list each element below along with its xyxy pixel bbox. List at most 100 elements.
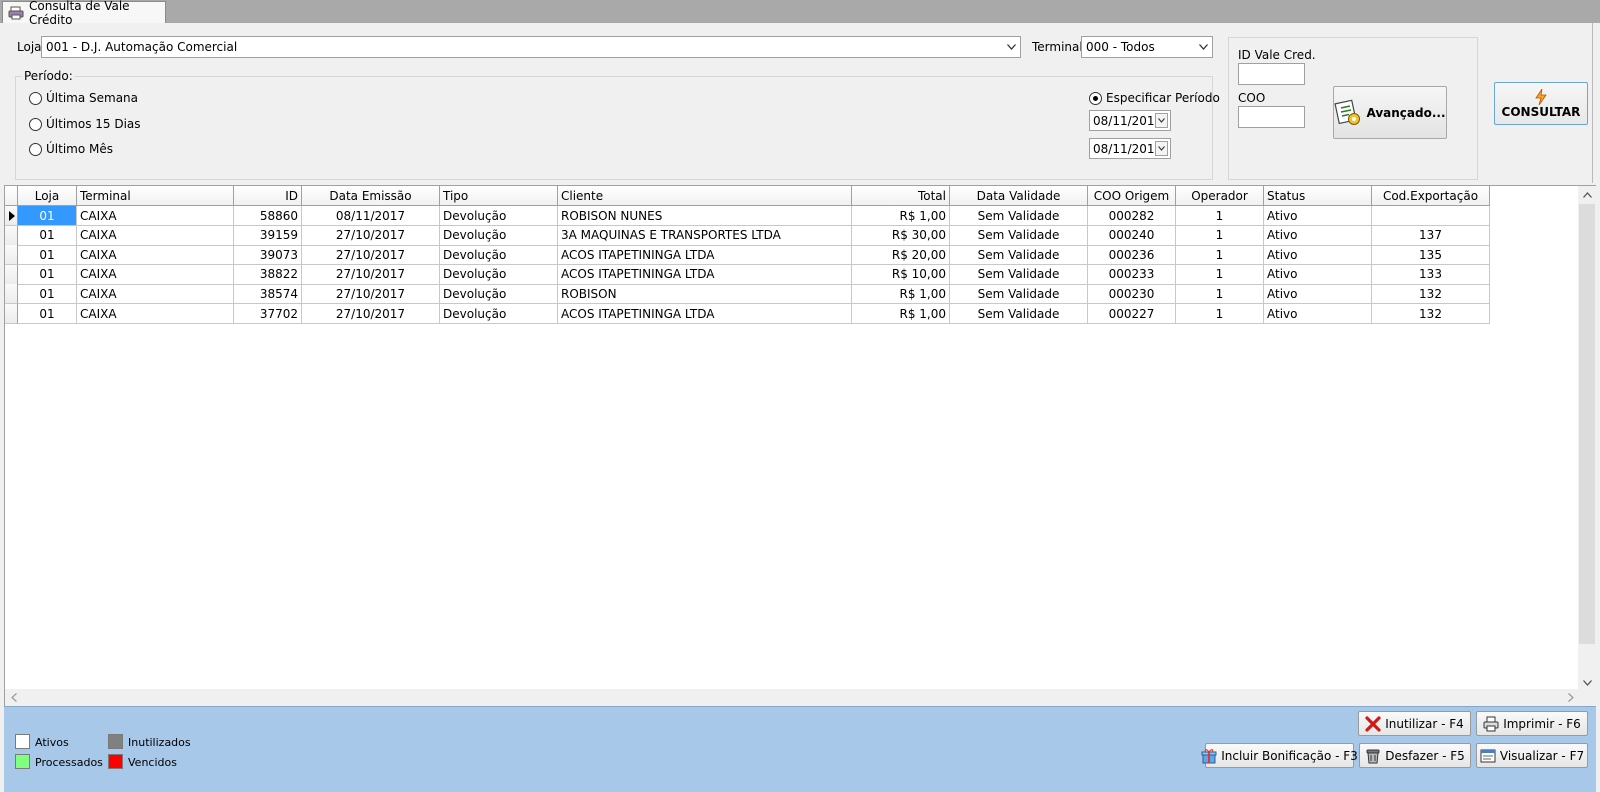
table-cell[interactable]: Ativo xyxy=(1264,304,1372,324)
table-cell[interactable]: R$ 30,00 xyxy=(852,225,950,246)
table-cell[interactable] xyxy=(1372,206,1490,226)
table-cell[interactable]: 27/10/2017 xyxy=(302,225,440,246)
table-cell[interactable]: 01 xyxy=(18,225,77,246)
table-cell[interactable]: 27/10/2017 xyxy=(302,284,440,305)
table-cell[interactable]: Ativo xyxy=(1264,284,1372,305)
table-cell[interactable]: 39073 xyxy=(234,245,302,266)
table-cell[interactable]: 01 xyxy=(18,206,77,226)
column-header[interactable]: Total xyxy=(852,186,950,206)
radio-circle[interactable] xyxy=(29,91,42,105)
table-cell[interactable]: Sem Validade xyxy=(950,206,1088,226)
table-cell[interactable]: 58860 xyxy=(234,206,302,226)
table-cell[interactable]: ROBISON xyxy=(558,284,852,305)
table-cell[interactable]: 39159 xyxy=(234,225,302,246)
chevron-down-icon[interactable] xyxy=(1195,37,1212,57)
terminal-select[interactable]: 000 - Todos xyxy=(1081,36,1213,58)
table-row[interactable]: 01 CAIXA 39073 27/10/2017 Devolução ACOS ITAP… xyxy=(5,245,1490,266)
tab-consulta-vale-credito[interactable]: Consulta de Vale Crédito xyxy=(2,0,166,27)
table-cell[interactable]: Sem Validade xyxy=(950,264,1088,285)
visualizar-button[interactable]: Visualizar - F7 xyxy=(1476,743,1588,768)
coo-input[interactable] xyxy=(1238,106,1305,128)
row-indicator[interactable] xyxy=(5,264,18,285)
table-cell[interactable]: Ativo xyxy=(1264,264,1372,285)
table-cell[interactable]: 27/10/2017 xyxy=(302,245,440,266)
table-cell[interactable]: 27/10/2017 xyxy=(302,264,440,285)
radio-circle-selected[interactable] xyxy=(1089,91,1102,105)
table-cell[interactable]: ACOS ITAPETININGA LTDA xyxy=(558,264,852,285)
radio-circle[interactable] xyxy=(29,117,42,131)
table-cell[interactable]: 000240 xyxy=(1088,225,1176,246)
loja-select[interactable]: 001 - D.J. Automação Comercial xyxy=(41,36,1021,58)
table-cell[interactable]: 132 xyxy=(1372,304,1490,324)
column-header[interactable]: Cod.Exportação xyxy=(1372,186,1490,206)
table-cell[interactable]: 000227 xyxy=(1088,304,1176,324)
table-cell[interactable]: Ativo xyxy=(1264,245,1372,266)
table-cell[interactable]: CAIXA xyxy=(77,225,234,246)
column-header[interactable]: Terminal xyxy=(77,186,234,206)
inutilizar-button[interactable]: Inutilizar - F4 xyxy=(1358,711,1471,736)
column-header[interactable]: Data Emissão xyxy=(302,186,440,206)
table-cell[interactable]: 08/11/2017 xyxy=(302,206,440,226)
table-cell[interactable]: 1 xyxy=(1176,225,1264,246)
table-cell[interactable]: CAIXA xyxy=(77,264,234,285)
table-cell[interactable]: 37702 xyxy=(234,304,302,324)
table-cell[interactable]: 1 xyxy=(1176,284,1264,305)
incluir-bonificacao-button[interactable]: Incluir Bonificação - F3 xyxy=(1201,743,1358,768)
table-row[interactable]: 01 CAIXA 37702 27/10/2017 Devolução ACOS ITAP… xyxy=(5,304,1490,324)
table-cell[interactable]: 132 xyxy=(1372,284,1490,305)
row-indicator[interactable] xyxy=(5,245,18,266)
table-cell[interactable]: Sem Validade xyxy=(950,284,1088,305)
radio-ultimo-mes[interactable]: Último Mês xyxy=(29,142,113,156)
table-cell[interactable]: 01 xyxy=(18,304,77,324)
scroll-left-icon[interactable] xyxy=(5,689,22,706)
table-row[interactable]: 01 CAIXA 58860 08/11/2017 Devolução ROBISON N… xyxy=(5,206,1490,226)
date-from-picker[interactable]: 08/11/2016 xyxy=(1089,110,1171,131)
table-cell[interactable]: Devolução xyxy=(440,206,558,226)
row-indicator[interactable] xyxy=(5,304,18,324)
table-cell[interactable]: 000233 xyxy=(1088,264,1176,285)
table-cell[interactable]: CAIXA xyxy=(77,284,234,305)
column-header[interactable]: Cliente xyxy=(558,186,852,206)
avancado-button[interactable]: Avançado... xyxy=(1333,86,1447,139)
table-cell[interactable]: R$ 10,00 xyxy=(852,264,950,285)
table-cell[interactable]: 133 xyxy=(1372,264,1490,285)
table-cell[interactable]: 01 xyxy=(18,284,77,305)
table-cell[interactable]: 38574 xyxy=(234,284,302,305)
table-cell[interactable]: Devolução xyxy=(440,245,558,266)
table-cell[interactable]: ACOS ITAPETININGA LTDA xyxy=(558,245,852,266)
row-indicator[interactable] xyxy=(5,284,18,305)
vale-credito-grid[interactable]: Loja Terminal ID Data Emissão Tipo Cliente Tot… xyxy=(4,185,1596,706)
scroll-right-icon[interactable] xyxy=(1562,689,1579,706)
table-row[interactable]: 01 CAIXA 38574 27/10/2017 Devolução ROBISON R$… xyxy=(5,284,1490,305)
table-cell[interactable]: Devolução xyxy=(440,284,558,305)
table-cell[interactable]: 000236 xyxy=(1088,245,1176,266)
calendar-dropdown-icon[interactable] xyxy=(1155,113,1168,128)
consultar-button[interactable]: CONSULTAR xyxy=(1494,82,1588,125)
table-cell[interactable]: Sem Validade xyxy=(950,304,1088,324)
radio-especificar-periodo[interactable]: Especificar Período xyxy=(1089,91,1220,105)
table-cell[interactable]: Ativo xyxy=(1264,225,1372,246)
radio-circle[interactable] xyxy=(29,142,42,156)
column-header[interactable]: ID xyxy=(234,186,302,206)
scroll-up-icon[interactable] xyxy=(1578,186,1596,203)
table-cell[interactable]: R$ 1,00 xyxy=(852,284,950,305)
current-row-arrow-icon[interactable] xyxy=(5,206,18,226)
table-cell[interactable]: Devolução xyxy=(440,225,558,246)
date-to-picker[interactable]: 08/11/2017 xyxy=(1089,138,1171,159)
table-cell[interactable]: R$ 20,00 xyxy=(852,245,950,266)
table-cell[interactable]: 000230 xyxy=(1088,284,1176,305)
table-cell[interactable]: 3A MAQUINAS E TRANSPORTES LTDA xyxy=(558,225,852,246)
table-cell[interactable]: Ativo xyxy=(1264,206,1372,226)
table-cell[interactable]: CAIXA xyxy=(77,206,234,226)
chevron-down-icon[interactable] xyxy=(1003,37,1020,57)
table-cell[interactable]: 38822 xyxy=(234,264,302,285)
row-indicator[interactable] xyxy=(5,225,18,246)
table-cell[interactable]: ROBISON NUNES xyxy=(558,206,852,226)
scroll-thumb[interactable] xyxy=(1579,204,1595,644)
table-row[interactable]: 01 CAIXA 38822 27/10/2017 Devolução ACOS ITAP… xyxy=(5,264,1490,285)
table-cell[interactable]: 000282 xyxy=(1088,206,1176,226)
table-cell[interactable]: CAIXA xyxy=(77,304,234,324)
table-cell[interactable]: Sem Validade xyxy=(950,225,1088,246)
column-header[interactable]: Tipo xyxy=(440,186,558,206)
table-cell[interactable]: R$ 1,00 xyxy=(852,206,950,226)
